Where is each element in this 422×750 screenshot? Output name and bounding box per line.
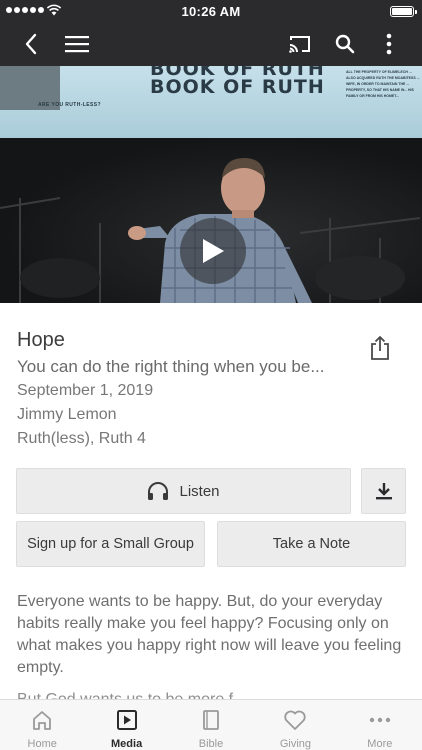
sermon-title: Hope [17,329,65,351]
play-icon [203,239,224,263]
sermon-info: Hope You can do the right thing when you… [17,328,357,451]
heart-icon [284,710,307,730]
navigation-bar [0,22,422,66]
download-icon [375,483,392,500]
screen-subtitle: ARE YOU RUTH-LESS? [38,102,101,108]
more-options-button[interactable] [374,29,404,59]
screen-title: BOOK OF RUTH BOOK OF RUTH [150,66,325,98]
sermon-subtitle: You can do the right thing when you be..… [17,357,325,376]
bible-icon [203,710,219,730]
back-button[interactable] [16,29,46,59]
tab-bible-label: Bible [198,738,224,750]
take-note-button[interactable]: Take a Note [217,521,406,567]
menu-button[interactable] [62,29,92,59]
cast-button[interactable] [285,29,315,59]
take-note-label: Take a Note [272,536,351,552]
status-time: 10:26 AM [181,4,241,19]
tab-home-label: Home [27,738,57,750]
headphones-icon [148,482,169,500]
battery-icon [390,6,417,17]
status-bar: 10:26 AM [0,0,422,22]
sermon-speaker: Jimmy Lemon [17,406,117,423]
chevron-left-icon [25,33,37,55]
tab-bar: Home Media Bible Giving More [0,699,422,750]
video-player[interactable]: BOOK OF RUTH BOOK OF RUTH ARE YOU RUTH-L… [0,66,422,303]
listen-button[interactable]: Listen [16,468,351,514]
small-group-signup-button[interactable]: Sign up for a Small Group [16,521,205,567]
sermon-series: Ruth(less), Ruth 4 [17,430,146,447]
small-group-label: Sign up for a Small Group [27,536,194,552]
tab-giving-label: Giving [279,738,312,750]
projector-screen: BOOK OF RUTH BOOK OF RUTH ARE YOU RUTH-L… [0,66,422,138]
download-button[interactable] [361,468,406,514]
share-icon [371,336,389,360]
sermon-date: September 1, 2019 [17,382,154,399]
tab-more[interactable]: More [338,700,422,750]
screen-title-line2: BOOK OF RUTH [150,76,325,98]
listen-label: Listen [179,482,220,500]
hamburger-menu-icon [65,36,89,53]
tab-bible[interactable]: Bible [169,700,253,750]
sermon-description: Everyone wants to be happy. But, do your… [17,593,402,676]
home-icon [33,711,52,730]
tab-home[interactable]: Home [0,700,84,750]
play-button[interactable] [180,218,246,284]
search-button[interactable] [330,29,360,59]
tab-media[interactable]: Media [84,700,168,750]
share-button[interactable] [364,332,396,364]
cast-icon [289,36,310,53]
screen-note: ALL THE PROPERTY OF ELIMELECH ... ALSO A… [346,70,420,98]
more-horizontal-icon [369,717,391,723]
tab-media-label: Media [111,738,143,750]
tab-giving[interactable]: Giving [253,700,337,750]
media-play-icon [116,710,137,730]
more-vertical-icon [386,33,392,55]
tab-more-label: More [367,738,393,750]
search-icon [335,34,355,54]
